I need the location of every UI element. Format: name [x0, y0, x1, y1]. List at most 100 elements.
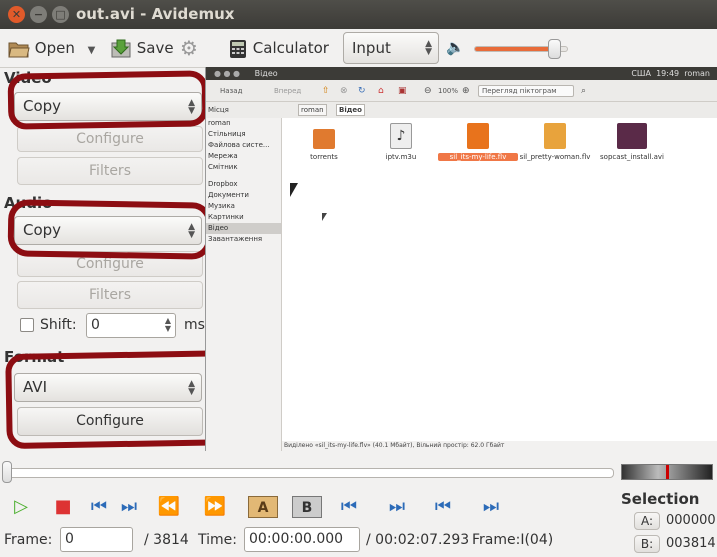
preview-up-icon: ⇧: [322, 86, 330, 96]
save-button[interactable]: Save: [110, 37, 174, 61]
previous-keyframe-icon[interactable]: ⏮: [336, 496, 362, 518]
main-toolbar: Open ▼ Save ⚙ Calculator Input ▲ ▼ 🔈: [0, 29, 717, 68]
preview-file-name: iptv.m3u: [385, 153, 417, 161]
audio-codec-select[interactable]: Copy ▲ ▼: [14, 216, 202, 245]
window-title: out.avi - Avidemux: [76, 5, 235, 23]
fast-forward-icon[interactable]: ⏩: [202, 496, 228, 518]
audio-filters-button[interactable]: Filters: [17, 281, 203, 309]
video-file-icon: [544, 123, 566, 149]
gear-icon[interactable]: ⚙: [180, 37, 204, 61]
minimize-icon[interactable]: −: [30, 6, 47, 23]
meter-marker: [666, 465, 669, 479]
preview-crumb-current: Відео: [336, 104, 365, 116]
video-preview: ● ● ● Відео США 19:49 roman Назад Вперед…: [205, 67, 717, 451]
format-container-select[interactable]: AVI ▲ ▼: [14, 373, 202, 402]
audio-configure-button[interactable]: Configure: [17, 251, 203, 277]
stop-icon[interactable]: ■: [50, 496, 76, 518]
title-bar: ✕ − □ out.avi - Avidemux: [0, 0, 717, 29]
preview-sidebar-item: roman: [208, 119, 231, 127]
preview-sidebar-item: Dropbox: [208, 180, 238, 188]
preview-status-bar: Виділено «sil_its-my-life.flv» (40.1 Мба…: [282, 441, 717, 451]
video-filters-button[interactable]: Filters: [17, 157, 203, 185]
spin-arrows-icon: ▲ ▼: [188, 378, 195, 397]
spin-arrows-icon: ▲ ▼: [188, 97, 195, 116]
video-file-icon: [617, 123, 647, 149]
audio-meter: [621, 464, 713, 480]
selection-a-button[interactable]: A:: [634, 512, 660, 530]
video-heading: Video: [4, 69, 52, 87]
mouse-cursor-icon: [290, 183, 298, 197]
play-icon[interactable]: ▷: [8, 496, 34, 518]
seek-knob[interactable]: [2, 461, 12, 483]
preview-sidebar-item: Музика: [208, 202, 235, 210]
preview-view-mode: Перегляд піктограм: [478, 85, 574, 97]
preview-sidebar-item: Документи: [208, 191, 249, 199]
preview-sidebar-item: Відео: [206, 223, 281, 234]
audio-codec-value: Copy: [23, 221, 62, 239]
preview-sidebar-item: Смітник: [208, 163, 238, 171]
preview-zoom-in-icon: ⊕: [462, 86, 470, 96]
preview-crumb-home: roman: [298, 104, 327, 116]
next-frame-icon[interactable]: ⏭: [116, 496, 142, 518]
spin-arrows-icon[interactable]: ▲ ▼: [165, 317, 171, 333]
time-input[interactable]: 00:00:00.000: [244, 527, 360, 552]
preview-reload-icon: ↻: [358, 86, 366, 96]
preview-indicators: США 19:49 roman: [631, 67, 710, 80]
go-to-end-icon[interactable]: ⏭: [478, 496, 504, 518]
input-select[interactable]: Input ▲ ▼: [343, 32, 439, 64]
calculator-button[interactable]: Calculator: [228, 37, 330, 61]
preview-stop-icon: ⊗: [340, 86, 348, 96]
preview-home-icon: ⌂: [378, 86, 384, 96]
frame-label: Frame:: [4, 532, 53, 548]
preview-file-name: sopcast_install.avi: [600, 153, 664, 161]
preview-title-bar: ● ● ● Відео США 19:49 roman: [206, 67, 717, 80]
audio-heading: Audio: [4, 194, 53, 212]
shift-unit: ms: [184, 317, 205, 333]
spin-arrows-icon: ▲ ▼: [188, 221, 195, 240]
input-select-value: Input: [352, 39, 391, 57]
format-container-value: AVI: [23, 378, 47, 396]
shift-checkbox[interactable]: [20, 318, 34, 332]
video-configure-button[interactable]: Configure: [17, 126, 203, 152]
format-configure-button[interactable]: Configure: [17, 407, 203, 436]
go-to-start-icon[interactable]: ⏮: [430, 496, 456, 518]
preview-toolbar: Назад Вперед ⇧ ⊗ ↻ ⌂ ▣ ⊖ 100% ⊕ Перегляд…: [206, 80, 717, 102]
selection-b-button[interactable]: B:: [634, 535, 660, 553]
open-button[interactable]: Open ▼: [8, 37, 98, 61]
previous-frame-icon[interactable]: ⏮: [86, 496, 112, 518]
calculator-label: Calculator: [252, 39, 329, 57]
save-label: Save: [136, 39, 174, 57]
video-codec-select[interactable]: Copy ▲ ▼: [14, 92, 202, 121]
chevron-down-icon[interactable]: ▼: [88, 45, 96, 56]
frame-input[interactable]: 0: [60, 527, 133, 552]
preview-indicator-user: roman: [684, 69, 710, 78]
format-heading: Format: [4, 348, 65, 366]
preview-back-button: Назад: [220, 87, 243, 95]
duration-value: / 00:02:07.293: [366, 532, 470, 548]
folder-open-icon: [8, 42, 30, 57]
open-label: Open: [34, 39, 75, 57]
save-icon: [111, 39, 131, 57]
maximize-icon[interactable]: □: [52, 6, 69, 23]
next-keyframe-icon[interactable]: ⏭: [384, 496, 410, 518]
selection-b-value: 003814: [666, 536, 716, 551]
close-icon[interactable]: ✕: [8, 6, 25, 23]
frame-type: Frame:I(04): [472, 532, 554, 548]
preview-zoom-icon: ⊖: [424, 86, 432, 96]
shift-input[interactable]: 0 ▲ ▼: [86, 313, 176, 338]
frame-total: / 3814: [144, 532, 189, 548]
audio-file-icon: ♪: [390, 123, 412, 149]
preview-sidebar-item: Стільниця: [208, 130, 246, 138]
seek-bar[interactable]: [6, 468, 614, 478]
marker-a-icon[interactable]: A: [248, 496, 278, 518]
volume-knob[interactable]: [547, 39, 561, 59]
preview-sidebar-item: Файлова систе...: [208, 141, 270, 149]
selection-heading: Selection: [621, 490, 700, 508]
speaker-icon[interactable]: 🔈: [446, 38, 465, 56]
volume-fill: [475, 47, 554, 51]
rewind-icon[interactable]: ⏪: [156, 496, 182, 518]
folder-icon: [313, 129, 335, 149]
selection-a-value: 000000: [666, 513, 716, 528]
marker-b-icon[interactable]: B: [292, 496, 322, 518]
preview-file-selected: sil_its-my-life.flv: [438, 123, 518, 161]
